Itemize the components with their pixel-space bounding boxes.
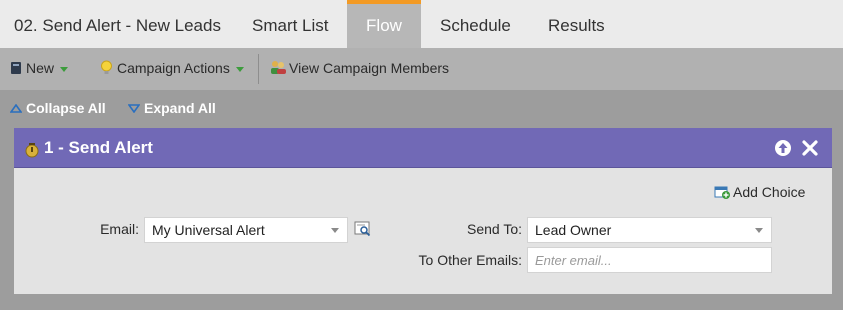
email-select-value: My Universal Alert	[152, 222, 265, 238]
campaign-actions-label: Campaign Actions	[117, 60, 230, 76]
triangle-down-icon	[127, 104, 141, 114]
collapse-all-label: Collapse All	[26, 100, 106, 116]
tab-flow[interactable]: Flow	[347, 0, 421, 48]
toolbar: New Campaign Actions View Campaign Membe…	[0, 48, 843, 90]
close-icon[interactable]	[801, 139, 819, 157]
other-emails-input[interactable]	[535, 249, 771, 272]
campaign-actions-button[interactable]: Campaign Actions	[100, 48, 244, 90]
chevron-down-icon	[60, 66, 69, 72]
add-choice-button[interactable]: Add Choice	[714, 184, 805, 200]
flow-step-header[interactable]: 1 - Send Alert	[14, 128, 832, 168]
flow-step-title: 1 - Send Alert	[44, 138, 153, 157]
send-to-label: Send To:	[466, 221, 522, 237]
collapse-expand-bar: Collapse All Expand All	[0, 90, 843, 128]
email-select[interactable]: My Universal Alert	[144, 217, 348, 243]
other-emails-field	[527, 247, 772, 273]
other-emails-label: To Other Emails:	[418, 252, 522, 268]
expand-all-link[interactable]: Expand All	[127, 90, 216, 128]
toolbar-divider	[258, 54, 259, 84]
tab-bar: 02. Send Alert - New Leads Smart List Fl…	[0, 0, 843, 48]
new-button[interactable]: New	[10, 48, 69, 90]
add-choice-icon	[714, 186, 730, 199]
chevron-down-icon	[755, 228, 763, 233]
flow-step-panel: 1 - Send Alert Add Choice Email: My Univ…	[14, 128, 832, 294]
chevron-down-icon	[235, 66, 244, 72]
tab-schedule[interactable]: Schedule	[440, 0, 511, 48]
expand-all-label: Expand All	[144, 100, 216, 116]
alert-step-icon	[25, 143, 39, 158]
people-icon	[271, 61, 286, 74]
tab-program-name[interactable]: 02. Send Alert - New Leads	[14, 0, 221, 48]
new-document-icon	[11, 62, 21, 74]
view-campaign-members-label: View Campaign Members	[289, 60, 450, 76]
send-to-select[interactable]: Lead Owner	[527, 217, 772, 243]
new-button-label: New	[26, 60, 55, 76]
tab-smart-list[interactable]: Smart List	[252, 0, 329, 48]
send-to-select-value: Lead Owner	[535, 222, 612, 238]
email-label: Email:	[100, 221, 139, 237]
lightbulb-icon	[101, 60, 112, 74]
preview-email-icon[interactable]	[354, 221, 372, 237]
view-campaign-members-button[interactable]: View Campaign Members	[270, 48, 449, 90]
triangle-up-icon	[9, 103, 23, 113]
move-up-icon[interactable]	[774, 139, 792, 157]
tab-results[interactable]: Results	[548, 0, 605, 48]
add-choice-label: Add Choice	[733, 184, 806, 200]
collapse-all-link[interactable]: Collapse All	[9, 90, 106, 128]
chevron-down-icon	[331, 228, 339, 233]
